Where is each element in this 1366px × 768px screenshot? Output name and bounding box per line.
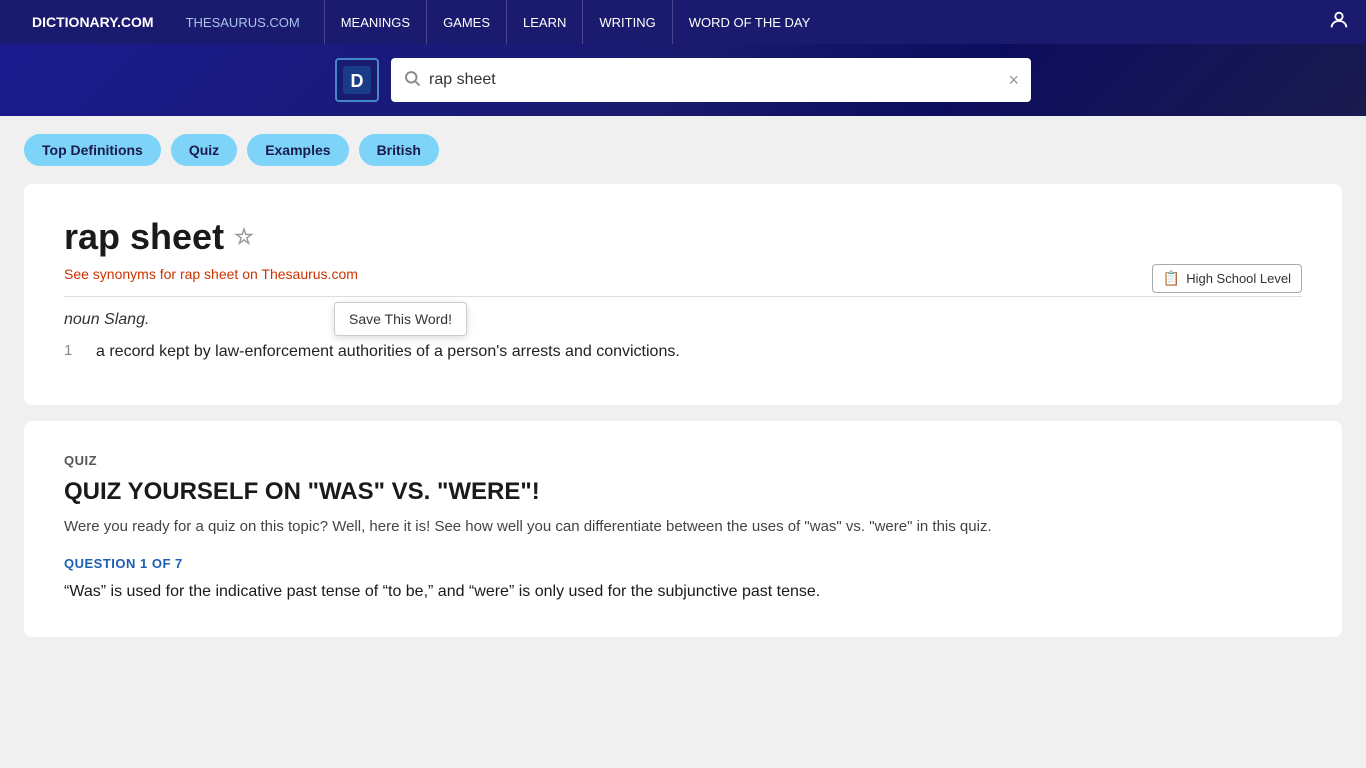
part-of-speech: noun Slang.: [64, 311, 1302, 329]
nav-games[interactable]: GAMES: [426, 0, 506, 44]
definition-list: 1 a record kept by law-enforcement autho…: [64, 339, 1302, 365]
tab-examples[interactable]: Examples: [247, 134, 348, 166]
def-number: 1: [64, 339, 80, 365]
level-icon: 📋: [1163, 270, 1180, 287]
dictionary-logo[interactable]: DICTIONARY.COM: [16, 14, 170, 30]
quiz-question-number: QUESTION 1 OF 7: [64, 556, 1302, 571]
nav-links: MEANINGS GAMES LEARN WRITING WORD OF THE…: [324, 0, 827, 44]
quiz-question-text: “Was” is used for the indicative past te…: [64, 579, 1302, 605]
save-word-tooltip: Save This Word!: [334, 302, 467, 336]
definition-item: 1 a record kept by law-enforcement autho…: [64, 339, 1302, 365]
search-input[interactable]: [429, 71, 1000, 89]
quiz-title: QUIZ YOURSELF ON "WAS" VS. "WERE"!: [64, 478, 1302, 506]
dict-logo-icon: D: [335, 58, 379, 102]
def-text: a record kept by law-enforcement authori…: [96, 339, 680, 365]
nav-meanings[interactable]: MEANINGS: [324, 0, 426, 44]
synonyms-link[interactable]: See synonyms for rap sheet on Thesaurus.…: [64, 266, 358, 282]
nav-learn[interactable]: LEARN: [506, 0, 582, 44]
divider: [64, 296, 1302, 297]
quiz-card: QUIZ QUIZ YOURSELF ON "WAS" VS. "WERE"! …: [24, 421, 1342, 637]
word-title: rap sheet ☆: [64, 216, 1302, 258]
quiz-label: QUIZ: [64, 453, 1302, 468]
nav-word-of-the-day[interactable]: WORD OF THE DAY: [672, 0, 827, 44]
tab-british[interactable]: British: [359, 134, 439, 166]
level-badge: 📋 High School Level: [1152, 264, 1302, 293]
top-nav: DICTIONARY.COM THESAURUS.COM MEANINGS GA…: [0, 0, 1366, 44]
main-content: rap sheet ☆ See synonyms for rap sheet o…: [0, 184, 1366, 637]
search-bar-area: D ×: [0, 44, 1366, 116]
level-text: High School Level: [1186, 271, 1291, 286]
word-text: rap sheet: [64, 216, 224, 258]
nav-writing[interactable]: WRITING: [582, 0, 671, 44]
search-box: ×: [391, 58, 1031, 102]
user-icon[interactable]: [1328, 9, 1350, 36]
tab-quiz[interactable]: Quiz: [171, 134, 237, 166]
definition-card: rap sheet ☆ See synonyms for rap sheet o…: [24, 184, 1342, 405]
star-icon[interactable]: ☆: [234, 224, 254, 250]
search-clear-button[interactable]: ×: [1008, 70, 1019, 91]
search-icon: [403, 69, 421, 92]
svg-text:D: D: [351, 71, 364, 91]
thesaurus-link[interactable]: THESAURUS.COM: [170, 15, 316, 30]
tabs-area: Top Definitions Quiz Examples British: [0, 116, 1366, 184]
tab-top-definitions[interactable]: Top Definitions: [24, 134, 161, 166]
quiz-description: Were you ready for a quiz on this topic?…: [64, 516, 1302, 539]
